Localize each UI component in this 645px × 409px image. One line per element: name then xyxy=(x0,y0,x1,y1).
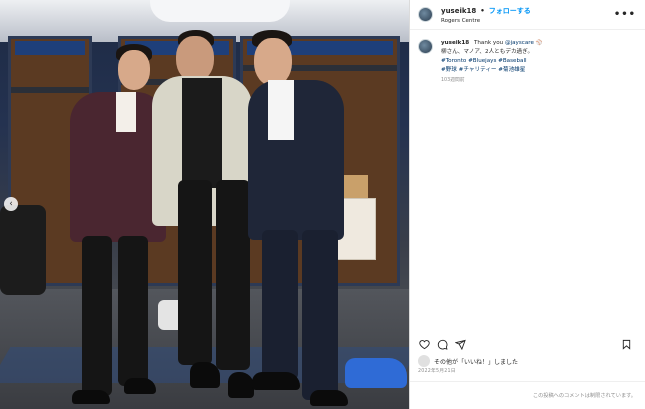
avatar[interactable] xyxy=(418,7,433,22)
follow-button[interactable]: フォローする xyxy=(489,6,531,16)
more-horizontal-icon[interactable]: ••• xyxy=(614,9,636,20)
post-header: yuseik18 • フォローする Rogers Centre ••• xyxy=(410,0,645,30)
separator: • xyxy=(480,6,485,15)
username[interactable]: yuseik18 xyxy=(441,7,476,15)
location-link[interactable]: Rogers Centre xyxy=(441,18,531,24)
baseball-emoji: ⚾ xyxy=(535,40,543,46)
caption-line: 柳さん、マノア、2人ともデカ過ぎ。 xyxy=(441,49,534,55)
likes-text[interactable]: その他が「いいね！」しました xyxy=(434,357,518,366)
caption: yuseik18 Thank you @jayscare ⚾ 柳さん、マノア、2… xyxy=(410,30,645,85)
sneakers xyxy=(345,358,407,388)
heart-icon[interactable] xyxy=(418,338,431,351)
post-panel: yuseik18 • フォローする Rogers Centre ••• yuse… xyxy=(409,0,645,409)
caption-mention[interactable]: @jayscare xyxy=(505,40,534,46)
chair xyxy=(0,205,46,295)
comment-icon[interactable] xyxy=(436,338,449,351)
bookmark-icon[interactable] xyxy=(620,338,633,351)
chevron-left-icon[interactable]: ‹ xyxy=(4,197,18,211)
comments-disabled-notice: この投稿へのコメントは制限されています。 xyxy=(410,381,645,409)
post-photo[interactable]: ‹ xyxy=(0,0,409,409)
time-ago: 103週間前 xyxy=(441,78,465,83)
hashtags[interactable]: #野球 #チャリティー #菊池雄星 xyxy=(441,66,543,75)
action-bar xyxy=(410,334,645,354)
ceiling-light xyxy=(150,0,290,22)
avatar[interactable] xyxy=(418,39,433,54)
send-icon[interactable] xyxy=(454,338,467,351)
post-date: 2022年5月21日 xyxy=(418,369,456,374)
likes-row: その他が「いいね！」しました xyxy=(418,355,518,367)
caption-username[interactable]: yuseik18 xyxy=(441,40,469,46)
avatar xyxy=(418,355,430,367)
hashtags[interactable]: #Toronto #Bluejays #Baseball xyxy=(441,57,543,66)
caption-text: Thank you xyxy=(473,40,505,46)
